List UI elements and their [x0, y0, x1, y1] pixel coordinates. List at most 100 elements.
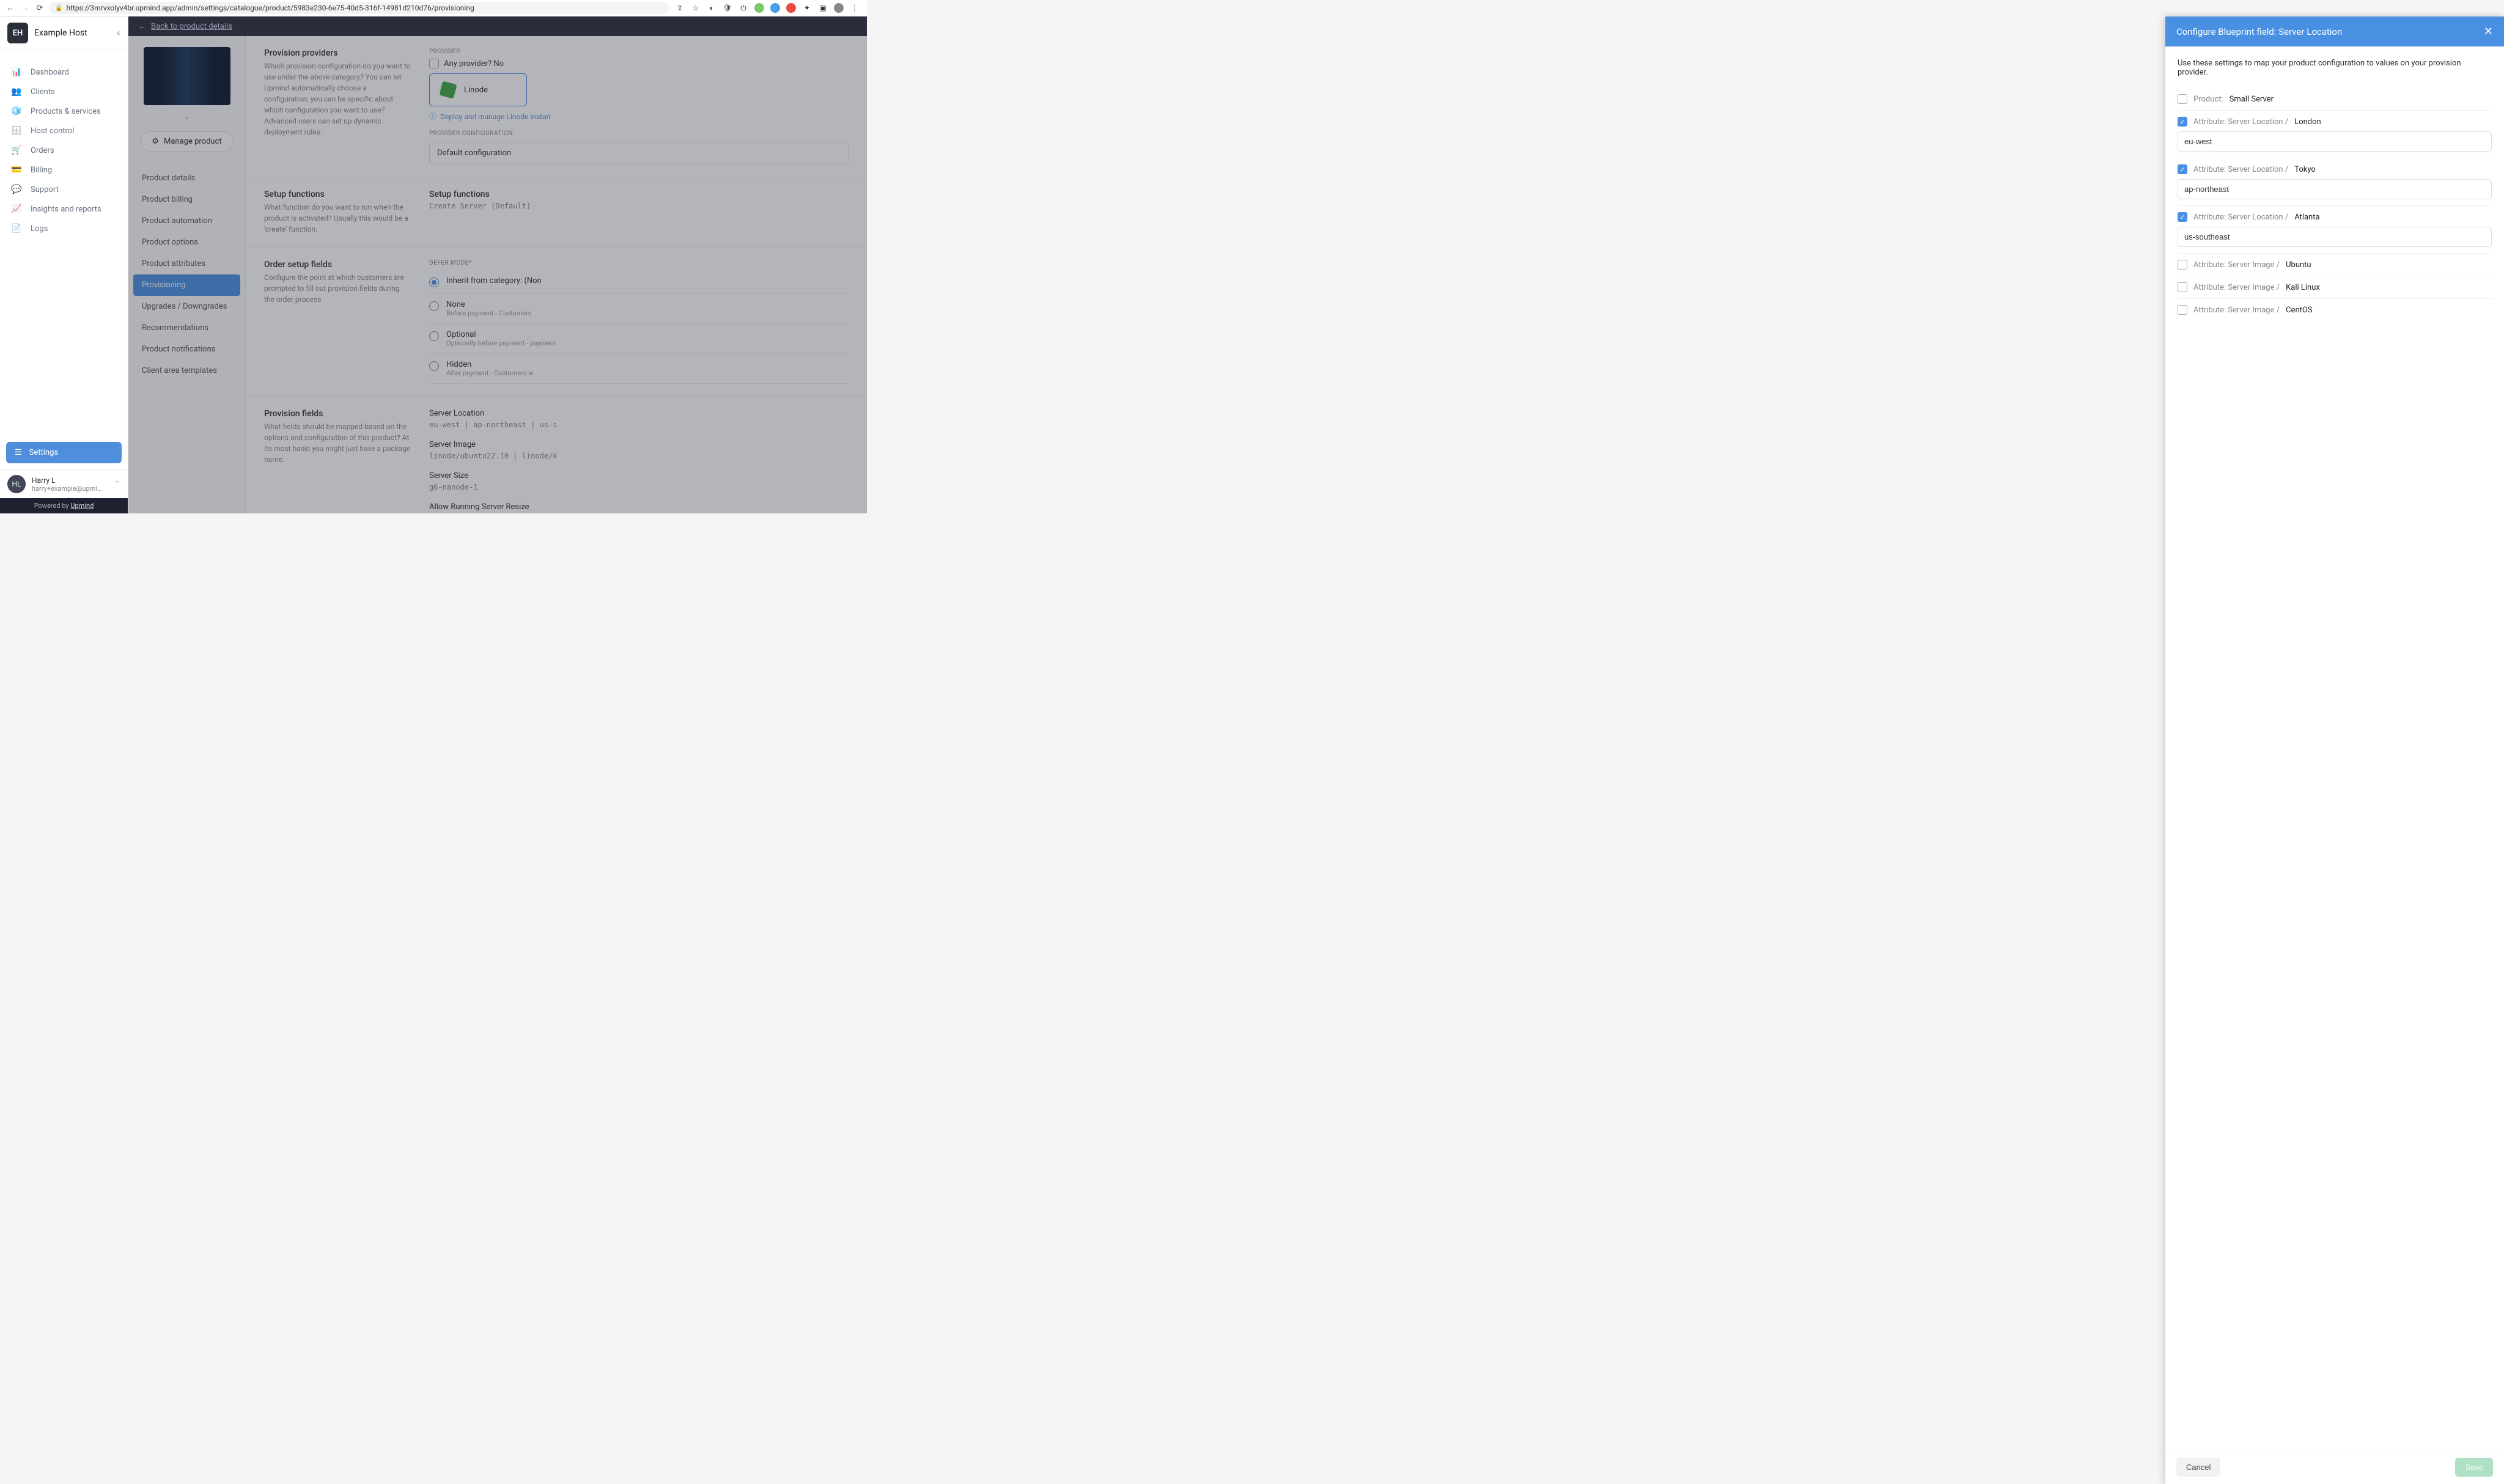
subnav-item-client-area-templates[interactable]: Client area templates [133, 360, 240, 381]
checkbox-icon[interactable] [2178, 260, 2187, 270]
nav-label: Clients [31, 87, 55, 97]
user-name: Harry L [32, 476, 105, 485]
breadcrumb-bar: ← Back to product details [128, 17, 867, 36]
section-title: Order setup fields [264, 260, 411, 270]
drawer-configure-blueprint: Configure Blueprint field: Server Locati… [2165, 17, 2504, 1484]
subnav-item-provisioning[interactable]: Provisioning [133, 274, 240, 296]
attr-value: London [2294, 117, 2321, 127]
attribute-row: ✓ Attribute: Server Location / Atlanta [2178, 205, 2492, 253]
ext-icon-3[interactable]: ⏻ [738, 3, 748, 13]
subnav-item-product-options[interactable]: Product options [133, 232, 240, 253]
user-row[interactable]: HL Harry L harry+example@upmind.... ⌃ [0, 469, 128, 498]
sidebar-item-insights-and-reports[interactable]: 📈Insights and reports [0, 199, 128, 219]
nav-icon: 📊 [11, 67, 22, 77]
radio-row[interactable]: NoneBefore payment - Customers [429, 294, 849, 324]
ext-icon-4[interactable] [754, 3, 764, 13]
radio-row[interactable]: HiddenAfter payment - Customers w [429, 354, 849, 384]
subnav-item-product-billing[interactable]: Product billing [133, 189, 240, 210]
setup-right-title: Setup functions [429, 189, 849, 199]
profile-avatar-icon[interactable] [834, 3, 844, 13]
subnav-item-product-notifications[interactable]: Product notifications [133, 339, 240, 360]
radio-icon [429, 331, 439, 341]
nav-icon: 📄 [11, 224, 22, 233]
radio-row[interactable]: Inherit from category: (Non [429, 270, 849, 294]
radio-row[interactable]: OptionalOptionally before payment - paym… [429, 324, 849, 354]
nav-list: 📊Dashboard👥Clients🧊Products & services 🗄 H… [0, 50, 128, 436]
subnav-item-recommendations[interactable]: Recommendations [133, 317, 240, 339]
sidebar-item-host-control[interactable]: 🗄 Host control [0, 121, 128, 141]
provision-field[interactable]: Server Imagelinode/ubuntu22.10 | linode/… [429, 440, 849, 460]
sidebar-item-logs[interactable]: 📄Logs [0, 219, 128, 238]
any-provider-row[interactable]: Any provider? No [429, 59, 849, 68]
field-name: Allow Running Server Resize [429, 502, 849, 512]
checkbox-icon[interactable]: ✓ [2178, 117, 2187, 127]
mapping-input[interactable] [2178, 131, 2492, 152]
sidebar-item-billing[interactable]: 💳Billing [0, 160, 128, 180]
kebab-icon[interactable]: ⋮ [850, 3, 860, 13]
radio-label: Inherit from category: (Non [446, 276, 542, 285]
attr-head[interactable]: Attribute: Server Image / Ubuntu [2178, 260, 2492, 270]
attr-head[interactable]: Product: Small Server [2178, 94, 2492, 104]
section-title: Provision fields [264, 409, 411, 419]
checkbox-icon[interactable]: ✓ [2178, 212, 2187, 222]
attr-head[interactable]: Attribute: Server Image / Kali Linux [2178, 282, 2492, 292]
attr-value: Small Server [2230, 95, 2274, 104]
sidebar-item-clients[interactable]: 👥Clients [0, 82, 128, 101]
subnav-item-upgrades-downgrades[interactable]: Upgrades / Downgrades [133, 296, 240, 317]
sidebar-item-support[interactable]: 💬Support [0, 180, 128, 199]
checkbox-icon[interactable] [2178, 305, 2187, 315]
collapse-icon[interactable]: « [116, 28, 120, 38]
user-email: harry+example@upmind.... [32, 485, 105, 493]
radio-label: None [446, 300, 531, 309]
provider-card-linode[interactable]: Linode [429, 73, 527, 106]
panel-icon[interactable]: ▣ [818, 3, 828, 13]
product-subnav: Product detailsProduct billingProduct au… [128, 163, 245, 386]
attr-head[interactable]: ✓ Attribute: Server Location / Tokyo [2178, 164, 2492, 174]
share-icon[interactable]: ⇪ [675, 3, 685, 13]
ext-icon-6[interactable] [786, 3, 796, 13]
breadcrumb-link[interactable]: Back to product details [151, 22, 232, 31]
star-icon[interactable]: ☆ [691, 3, 701, 13]
checkbox-icon[interactable] [2178, 94, 2187, 104]
ext-icon-1[interactable]: ◐ [707, 3, 716, 13]
url-bar[interactable]: 🔒 https://3mrvxolyv4br.upmind.app/admin/… [49, 2, 669, 14]
mapping-input[interactable] [2178, 227, 2492, 247]
extensions-icon[interactable]: ✦ [802, 3, 812, 13]
toolbar-icons: ⇪ ☆ ◐ 🛡 ⏻ ✦ ▣ ⋮ [672, 3, 862, 13]
attr-head[interactable]: Attribute: Server Image / CentOS [2178, 305, 2492, 315]
close-icon[interactable]: ✕ [2484, 25, 2493, 38]
checkbox-icon [429, 59, 439, 68]
subnav-item-product-automation[interactable]: Product automation [133, 210, 240, 232]
mapping-input[interactable] [2178, 179, 2492, 199]
sidebar-item-dashboard[interactable]: 📊Dashboard [0, 62, 128, 82]
subnav-item-product-details[interactable]: Product details [133, 167, 240, 189]
powered-link[interactable]: Upmind [70, 502, 94, 510]
back-arrow-icon[interactable]: ← [5, 2, 16, 13]
attribute-row: Attribute: Server Image / CentOS [2178, 298, 2492, 321]
sidebar-item-orders[interactable]: 🛒Orders [0, 141, 128, 160]
attr-head[interactable]: ✓ Attribute: Server Location / Atlanta [2178, 212, 2492, 222]
ext-icon-2[interactable]: 🛡 [723, 3, 732, 13]
forward-arrow-icon[interactable]: → [20, 2, 31, 13]
checkbox-icon[interactable]: ✓ [2178, 164, 2187, 174]
provision-field[interactable]: Allow Running Server Resize- [429, 502, 849, 513]
ext-icon-5[interactable] [770, 3, 780, 13]
nav-label: Host control [31, 127, 74, 136]
checkbox-icon[interactable] [2178, 282, 2187, 292]
provision-field[interactable]: Server Sizeg6-nanode-1 [429, 471, 849, 491]
reload-icon[interactable]: ⟳ [34, 2, 45, 13]
manage-product-button[interactable]: ⚙ Manage product [140, 131, 233, 152]
config-select[interactable]: Default configuration [429, 142, 849, 164]
attr-head[interactable]: ✓ Attribute: Server Location / London [2178, 117, 2492, 127]
attr-label: Attribute: Server Image / [2193, 283, 2280, 292]
attr-value: CentOS [2286, 306, 2312, 315]
drawer-title: Configure Blueprint field: Server Locati… [2176, 26, 2342, 37]
save-button[interactable]: Save [2455, 1458, 2493, 1477]
nav-icon: 🗄 [11, 126, 22, 136]
nav-label: Support [31, 185, 59, 194]
settings-button[interactable]: ☰ Settings [6, 442, 122, 463]
provision-field[interactable]: Server Locationeu-west | ap-northeast | … [429, 409, 849, 429]
subnav-item-product-attributes[interactable]: Product attributes [133, 253, 240, 274]
cancel-button[interactable]: Cancel [2176, 1458, 2220, 1477]
sidebar-item-products-services[interactable]: 🧊Products & services [0, 101, 128, 121]
